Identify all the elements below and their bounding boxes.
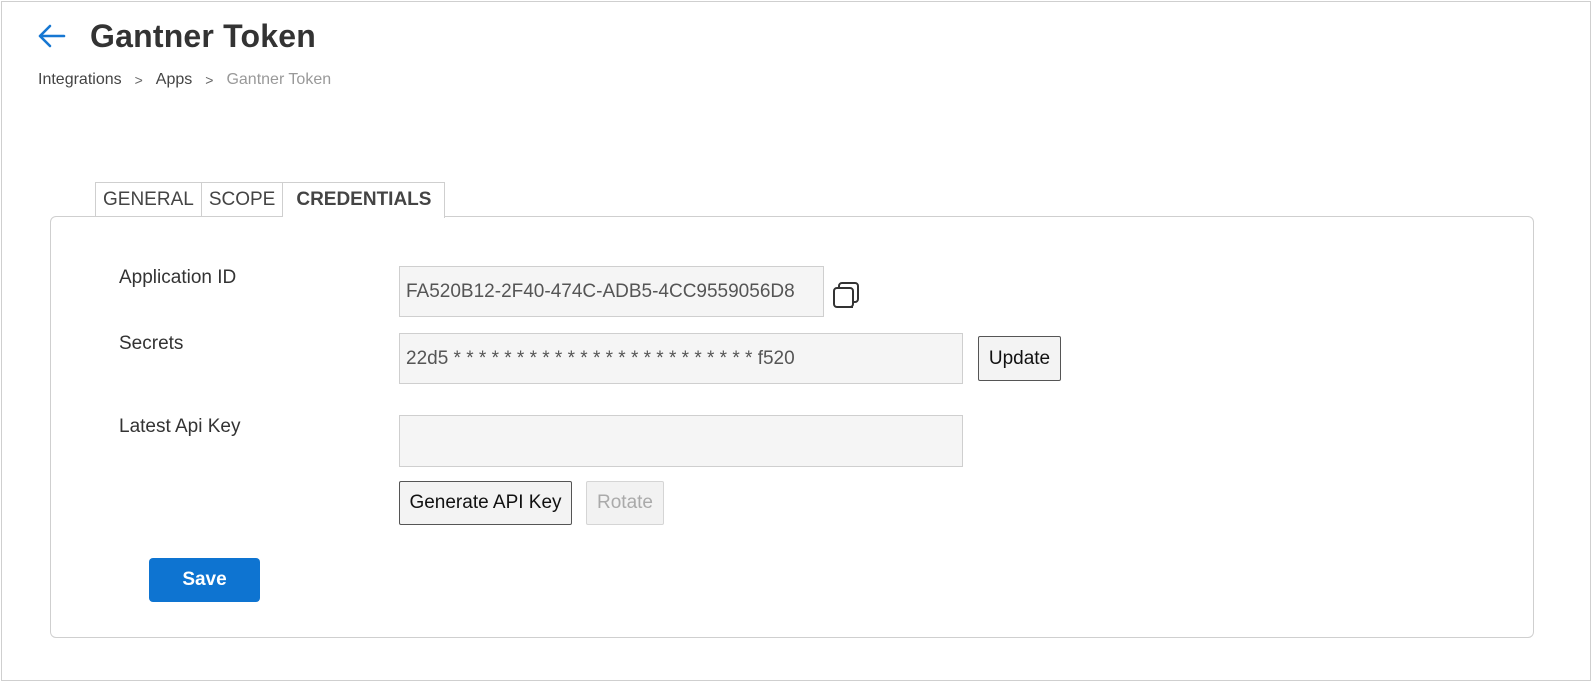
application-id-label: Application ID	[119, 267, 237, 288]
page-title: Gantner Token	[90, 18, 317, 54]
secrets-label: Secrets	[119, 333, 184, 354]
rotate-button: Rotate	[586, 481, 664, 525]
latest-api-key-field[interactable]	[399, 415, 963, 467]
tab-bar: GENERAL SCOPE CREDENTIALS	[95, 182, 446, 218]
page-frame: Gantner Token Integrations > Apps > Gant…	[1, 1, 1591, 681]
tab-credentials[interactable]: CREDENTIALS	[283, 182, 446, 218]
latest-api-key-label: Latest Api Key	[119, 416, 241, 437]
generate-api-key-button[interactable]: Generate API Key	[399, 481, 572, 525]
breadcrumb: Integrations > Apps > Gantner Token	[38, 71, 331, 89]
application-id-field[interactable]: FA520B12-2F40-474C-ADB5-4CC9559056D8	[399, 266, 824, 317]
copy-icon[interactable]	[832, 281, 860, 309]
breadcrumb-separator: >	[134, 72, 143, 88]
tab-general[interactable]: GENERAL	[95, 182, 202, 216]
update-button[interactable]: Update	[978, 336, 1061, 381]
breadcrumb-item-apps[interactable]: Apps	[156, 71, 192, 89]
arrow-left-icon[interactable]	[36, 22, 66, 50]
save-button[interactable]: Save	[149, 558, 260, 602]
secrets-field[interactable]: 22d5 * * * * * * * * * * * * * * * * * *…	[399, 333, 963, 384]
breadcrumb-item-integrations[interactable]: Integrations	[38, 71, 122, 89]
breadcrumb-item-current: Gantner Token	[226, 71, 332, 88]
breadcrumb-separator: >	[205, 72, 214, 88]
tab-scope[interactable]: SCOPE	[201, 182, 284, 216]
